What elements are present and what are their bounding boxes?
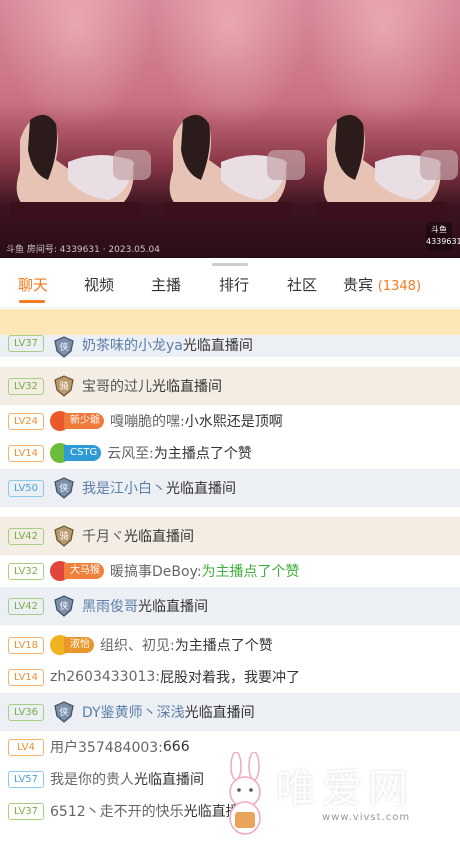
chat-row-enter: LV42 侠 黑雨俊哥 光临直播间 bbox=[0, 587, 460, 625]
watermark-url: www.vivst.com bbox=[322, 812, 411, 823]
active-tab-indicator bbox=[19, 300, 45, 303]
fan-badge-label: CSTG bbox=[64, 445, 102, 461]
enter-text: 光临直播间 bbox=[138, 599, 208, 615]
chat-row-enter: LV32 骑 宝哥的过儿 光临直播间 bbox=[0, 367, 460, 405]
fan-badge: CSTG bbox=[50, 443, 102, 463]
user-name[interactable]: 我是你的贵人 bbox=[50, 769, 134, 789]
knight-shield-icon: 侠 bbox=[54, 701, 74, 723]
level-badge: LV36 bbox=[8, 703, 44, 721]
user-name[interactable]: 宝哥的过儿 bbox=[82, 376, 152, 396]
level-badge: LV14 bbox=[8, 668, 44, 686]
notice-strip bbox=[0, 309, 460, 335]
message-text: 为主播点了个赞 bbox=[153, 446, 252, 462]
chat-row-enter: LV50 侠 我是江小白丶 光临直播间 bbox=[0, 469, 460, 507]
knight-shield-icon: 骑 bbox=[54, 525, 74, 547]
watermark-text: 唯爱网 bbox=[276, 766, 414, 812]
fan-badge-label: 新少爺 bbox=[64, 413, 104, 429]
site-watermark: 唯爱网 www.vivst.com bbox=[218, 752, 454, 838]
chat-row-message: LV32 大马猴 暖搞事DeBoy: 为主播点了个赞 bbox=[0, 555, 460, 587]
user-name[interactable]: 我是江小白丶 bbox=[82, 478, 166, 498]
video-frame bbox=[153, 0, 307, 258]
message-text: 屁股对着我，我要冲了 bbox=[160, 670, 301, 686]
knight-shield-icon: 侠 bbox=[54, 336, 74, 358]
chat-row-message: LV24 新少爺 嘎嘣脆的嘿: 小水熙还是顶啊 bbox=[0, 405, 460, 437]
level-badge: LV37 bbox=[8, 335, 44, 352]
level-badge: LV42 bbox=[8, 597, 44, 615]
fan-badge-label: 淑怡 bbox=[64, 637, 94, 653]
tab-bar: 聊天 视频 主播 排行 社区 贵宾 (1348) bbox=[0, 258, 460, 308]
user-name[interactable]: 云风至: bbox=[107, 443, 154, 463]
chat-row-enter: LV36 侠 DY鉴黄师丶深浅 光临直播间 bbox=[0, 693, 460, 731]
tab-video[interactable]: 视频 bbox=[84, 274, 114, 295]
logo-text: 斗鱼 bbox=[431, 225, 447, 234]
fan-badge-label: 大马猴 bbox=[64, 563, 104, 579]
message-text: 为主播点了个赞 bbox=[174, 638, 273, 654]
user-name[interactable]: 组织、初见: bbox=[100, 635, 175, 655]
message-text: 为主播点了个赞 bbox=[201, 564, 300, 580]
level-badge: LV42 bbox=[8, 527, 44, 545]
video-frame bbox=[0, 0, 154, 258]
video-frame bbox=[306, 0, 460, 258]
tab-vip[interactable]: 贵宾 (1348) bbox=[343, 274, 421, 295]
tab-streamer[interactable]: 主播 bbox=[151, 274, 181, 295]
svg-text:骑: 骑 bbox=[59, 530, 68, 542]
enter-text: 光临直播间 bbox=[152, 379, 222, 395]
user-name[interactable]: 6512丶走不开的快乐 bbox=[50, 801, 184, 821]
user-name[interactable]: DY鉴黄师丶深浅 bbox=[82, 702, 185, 722]
level-badge: LV37 bbox=[8, 802, 44, 820]
chat-row-message: LV14 CSTG 云风至: 为主播点了个赞 bbox=[0, 437, 460, 469]
knight-shield-icon: 侠 bbox=[54, 477, 74, 499]
svg-text:侠: 侠 bbox=[59, 341, 68, 353]
user-name[interactable]: 千月ヾ bbox=[82, 526, 124, 546]
fan-badge: 大马猴 bbox=[50, 561, 104, 581]
video-player[interactable]: 斗鱼 房间号: 4339631 · 2023.05.04 斗鱼 4339631 bbox=[0, 0, 460, 258]
level-badge: LV32 bbox=[8, 377, 44, 395]
enter-text: 光临直播间 bbox=[134, 772, 204, 788]
user-name[interactable]: 用户357484003: bbox=[50, 737, 163, 757]
chat-row-message: LV14 zh2603433013: 屁股对着我，我要冲了 bbox=[0, 661, 460, 693]
drag-handle[interactable] bbox=[212, 263, 248, 266]
video-room-info: 斗鱼 房间号: 4339631 · 2023.05.04 bbox=[6, 245, 160, 255]
fan-badge: 新少爺 bbox=[50, 411, 104, 431]
level-badge: LV32 bbox=[8, 562, 44, 580]
rabbit-mascot-icon bbox=[229, 752, 261, 835]
tab-vip-label: 贵宾 bbox=[343, 276, 374, 294]
user-name[interactable]: 黑雨俊哥 bbox=[82, 596, 138, 616]
level-badge: LV24 bbox=[8, 412, 44, 430]
user-name[interactable]: 奶茶味的小龙ya bbox=[82, 335, 183, 355]
enter-text: 光临直播间 bbox=[166, 481, 236, 497]
svg-text:侠: 侠 bbox=[59, 482, 68, 494]
user-name[interactable]: zh2603433013: bbox=[50, 669, 160, 685]
user-name[interactable]: 暖搞事DeBoy: bbox=[110, 561, 202, 581]
level-badge: LV14 bbox=[8, 444, 44, 462]
svg-text:侠: 侠 bbox=[59, 600, 68, 612]
enter-text: 光临直播间 bbox=[184, 705, 255, 721]
fan-badge: 淑怡 bbox=[50, 635, 94, 655]
message-text: 小水熙还是顶啊 bbox=[184, 414, 283, 430]
tab-community[interactable]: 社区 bbox=[287, 274, 317, 295]
user-name[interactable]: 嘎嘣脆的嘿: bbox=[110, 411, 185, 431]
message-text: 666 bbox=[162, 739, 190, 755]
douyu-logo: 斗鱼 4339631 bbox=[426, 222, 460, 250]
level-badge: LV4 bbox=[8, 738, 44, 756]
svg-text:骑: 骑 bbox=[59, 380, 68, 392]
enter-text: 光临直播间 bbox=[182, 338, 253, 354]
svg-text:侠: 侠 bbox=[59, 706, 68, 718]
chat-row-message: LV18 淑怡 组织、初见: 为主播点了个赞 bbox=[0, 629, 460, 661]
vip-count: (1348) bbox=[377, 279, 422, 294]
knight-shield-icon: 骑 bbox=[54, 375, 74, 397]
level-badge: LV50 bbox=[8, 479, 44, 497]
level-badge: LV57 bbox=[8, 770, 44, 788]
level-badge: LV18 bbox=[8, 636, 44, 654]
logo-room-number: 4339631 bbox=[426, 237, 460, 246]
chat-row-enter: LV42 骑 千月ヾ 光临直播间 bbox=[0, 517, 460, 555]
knight-shield-icon: 侠 bbox=[54, 595, 74, 617]
tab-ranking[interactable]: 排行 bbox=[219, 274, 249, 295]
chat-row-enter: LV37 侠 奶茶味的小龙ya 光临直播间 bbox=[0, 335, 460, 358]
tab-chat[interactable]: 聊天 bbox=[18, 274, 48, 295]
enter-text: 光临直播间 bbox=[124, 529, 194, 545]
